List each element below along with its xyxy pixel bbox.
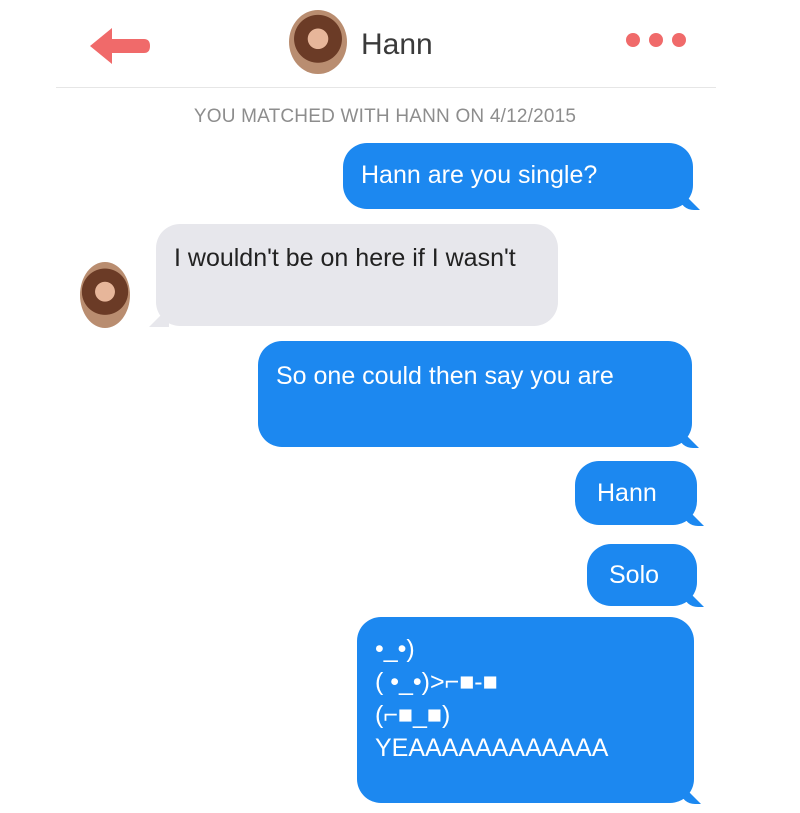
avatar[interactable]	[289, 10, 347, 74]
match-banner: YOU MATCHED WITH HANN ON 4/12/2015	[193, 106, 577, 127]
sent-message-bubble[interactable]: So one could then say you are	[258, 341, 692, 447]
message-line: YEAAAAAAAAAAAA	[375, 734, 609, 762]
sent-message-bubble[interactable]: Hann	[575, 461, 697, 525]
back-arrow-icon[interactable]	[88, 25, 154, 67]
sent-message-bubble[interactable]: •_•) ( •_•)>⌐■-■ (⌐■_■) YEAAAAAAAAAAAA	[357, 617, 694, 803]
more-dots-icon[interactable]	[624, 31, 688, 49]
received-message-bubble[interactable]: I wouldn't be on here if I wasn't	[156, 224, 558, 326]
message-line: •_•)	[375, 635, 415, 663]
message-line: (⌐■_■)	[375, 701, 451, 729]
chat-header: Hann	[0, 0, 800, 88]
sent-message-bubble[interactable]: Hann are you single?	[343, 143, 693, 209]
sender-avatar[interactable]	[80, 262, 130, 328]
contact-name[interactable]: Hann	[361, 28, 433, 62]
header-divider	[56, 87, 716, 88]
sent-message-bubble[interactable]: Solo	[587, 544, 697, 606]
message-line: ( •_•)>⌐■-■	[375, 668, 498, 696]
